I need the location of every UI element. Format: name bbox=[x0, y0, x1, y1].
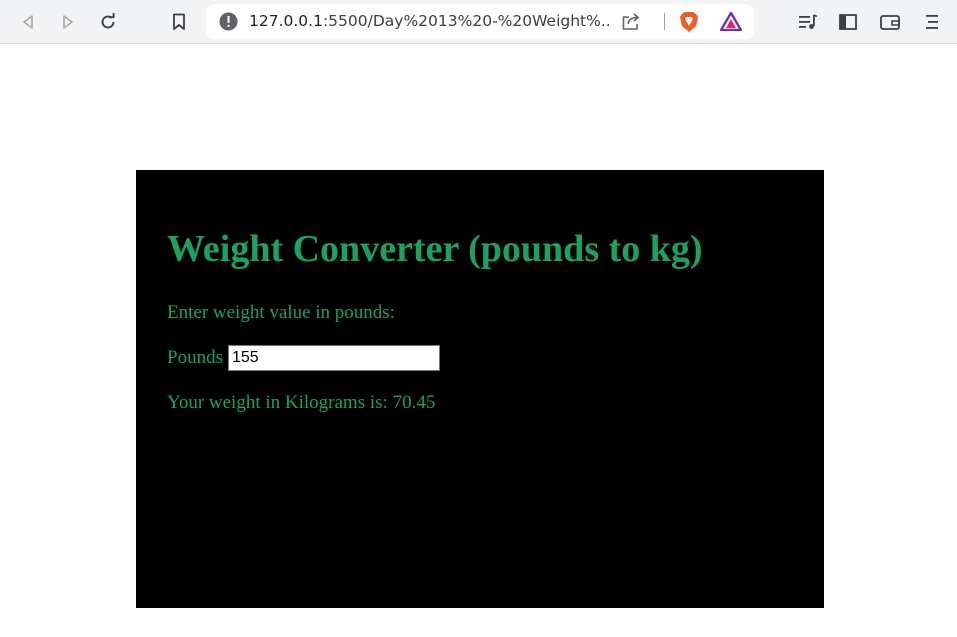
url-host: 127.0.0.1 bbox=[249, 12, 323, 30]
result-text: Your weight in Kilograms is: 70.45 bbox=[167, 392, 435, 414]
playlist-button[interactable] bbox=[794, 8, 822, 36]
reload-icon bbox=[101, 13, 115, 29]
forward-button[interactable] bbox=[54, 8, 82, 36]
forward-icon bbox=[63, 15, 73, 29]
page-title: Weight Converter (pounds to kg) bbox=[167, 228, 703, 270]
url-text[interactable]: 127.0.0.1:5500/Day%2013%20-%20Weight%... bbox=[249, 4, 609, 39]
bookmark-button[interactable] bbox=[165, 8, 193, 36]
share-icon[interactable] bbox=[621, 12, 641, 31]
back-icon bbox=[23, 15, 33, 29]
sidebar-icon bbox=[839, 14, 857, 30]
playlist-icon bbox=[799, 14, 818, 29]
converter-panel: Weight Converter (pounds to kg) Enter we… bbox=[136, 170, 824, 608]
wallet-button[interactable] bbox=[876, 8, 904, 36]
sidebar-button[interactable] bbox=[834, 8, 862, 36]
browser-toolbar: 127.0.0.1:5500/Day%2013%20-%20Weight%... bbox=[0, 0, 957, 44]
brave-shields-icon[interactable] bbox=[678, 11, 700, 33]
bookmark-icon bbox=[173, 13, 185, 30]
back-button[interactable] bbox=[14, 8, 42, 36]
pounds-label: Pounds bbox=[167, 347, 223, 368]
pounds-input[interactable] bbox=[227, 345, 440, 371]
result-value: 70.45 bbox=[392, 392, 436, 413]
brave-rewards-icon[interactable] bbox=[720, 12, 742, 31]
wallet-icon bbox=[880, 15, 900, 30]
instruction-text: Enter weight value in pounds: bbox=[167, 302, 395, 323]
result-label: Your weight in Kilograms is: bbox=[167, 392, 393, 413]
page-viewport: Weight Converter (pounds to kg) Enter we… bbox=[0, 45, 957, 637]
url-path: :5500/Day%2013%20-%20Weight%... bbox=[322, 12, 609, 30]
menu-icon bbox=[926, 15, 938, 29]
pounds-field-row: Pounds bbox=[167, 345, 440, 371]
address-bar[interactable]: 127.0.0.1:5500/Day%2013%20-%20Weight%... bbox=[206, 4, 754, 39]
menu-button[interactable] bbox=[918, 8, 946, 36]
omnibox-divider bbox=[664, 13, 665, 30]
reload-button[interactable] bbox=[94, 8, 122, 36]
info-icon bbox=[219, 12, 238, 31]
